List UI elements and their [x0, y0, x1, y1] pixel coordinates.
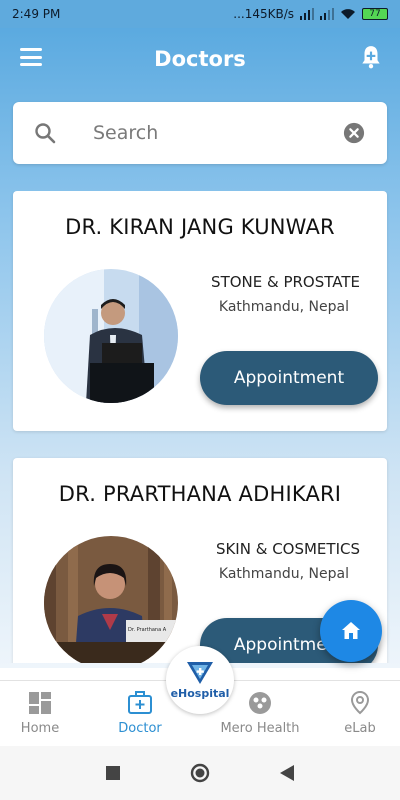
- location-pin-icon: [350, 691, 370, 715]
- doctor-location: Kathmandu, Nepal: [218, 299, 349, 315]
- signal-icon-2: [320, 8, 334, 20]
- dashboard-icon: [29, 692, 51, 714]
- ehospital-logo-button[interactable]: eHospital: [166, 646, 234, 714]
- home-icon: [342, 622, 360, 639]
- ehospital-logo-icon: [187, 662, 213, 684]
- group-icon: [249, 692, 271, 714]
- status-bar: 2:49 PM ...145KB/s 77: [0, 0, 400, 28]
- doctor-specialty: SKIN & COSMETICS: [215, 540, 360, 558]
- system-navigation-bar: [0, 746, 400, 800]
- search-input[interactable]: [93, 116, 323, 150]
- doctor-card[interactable]: DR. KIRAN JANG KUNWAR STONE & PROSTATE K…: [13, 191, 387, 431]
- search-icon: [35, 123, 56, 144]
- back-icon[interactable]: [280, 765, 294, 781]
- network-speed: ...145KB/s: [233, 7, 294, 21]
- medical-kit-icon: [128, 691, 152, 714]
- status-time: 2:49 PM: [12, 7, 61, 21]
- ehospital-logo-text: eHospital: [170, 687, 230, 700]
- clear-search-icon[interactable]: [343, 122, 365, 144]
- doctor-name: DR. PRARTHANA ADHIKARI: [58, 482, 342, 506]
- signal-icon: [300, 8, 314, 20]
- doctor-photo: [44, 269, 178, 403]
- app-bar: Doctors: [0, 28, 400, 90]
- page-title: Doctors: [154, 47, 246, 71]
- doctor-name: DR. KIRAN JANG KUNWAR: [65, 215, 335, 239]
- menu-icon[interactable]: [20, 48, 42, 66]
- nav-item-home[interactable]: Home: [0, 691, 90, 736]
- nav-item-elab[interactable]: eLab: [310, 691, 400, 736]
- battery-icon: 77: [362, 8, 388, 20]
- notification-add-icon[interactable]: [358, 44, 384, 70]
- doctor-specialty: STONE & PROSTATE: [211, 273, 360, 291]
- status-icons: ...145KB/s 77: [233, 7, 388, 21]
- nav-label-mero-health: Mero Health: [220, 721, 300, 736]
- nameplate-text: Dr. Prarthana A: [128, 627, 167, 633]
- doctor-location: Kathmandu, Nepal: [218, 566, 349, 582]
- search-bar: [13, 102, 387, 164]
- home-system-icon[interactable]: [190, 763, 210, 783]
- nav-label-elab: eLab: [344, 721, 376, 736]
- doctor-list[interactable]: DR. KIRAN JANG KUNWAR STONE & PROSTATE K…: [0, 191, 400, 663]
- recent-apps-icon[interactable]: [106, 766, 120, 780]
- appointment-button[interactable]: Appointment: [200, 351, 378, 405]
- wifi-icon: [341, 9, 355, 19]
- home-fab-button[interactable]: [320, 600, 382, 662]
- doctor-photo: Dr. Prarthana A: [44, 536, 178, 663]
- nav-label-home: Home: [20, 721, 60, 736]
- nav-label-doctor: Doctor: [118, 721, 162, 736]
